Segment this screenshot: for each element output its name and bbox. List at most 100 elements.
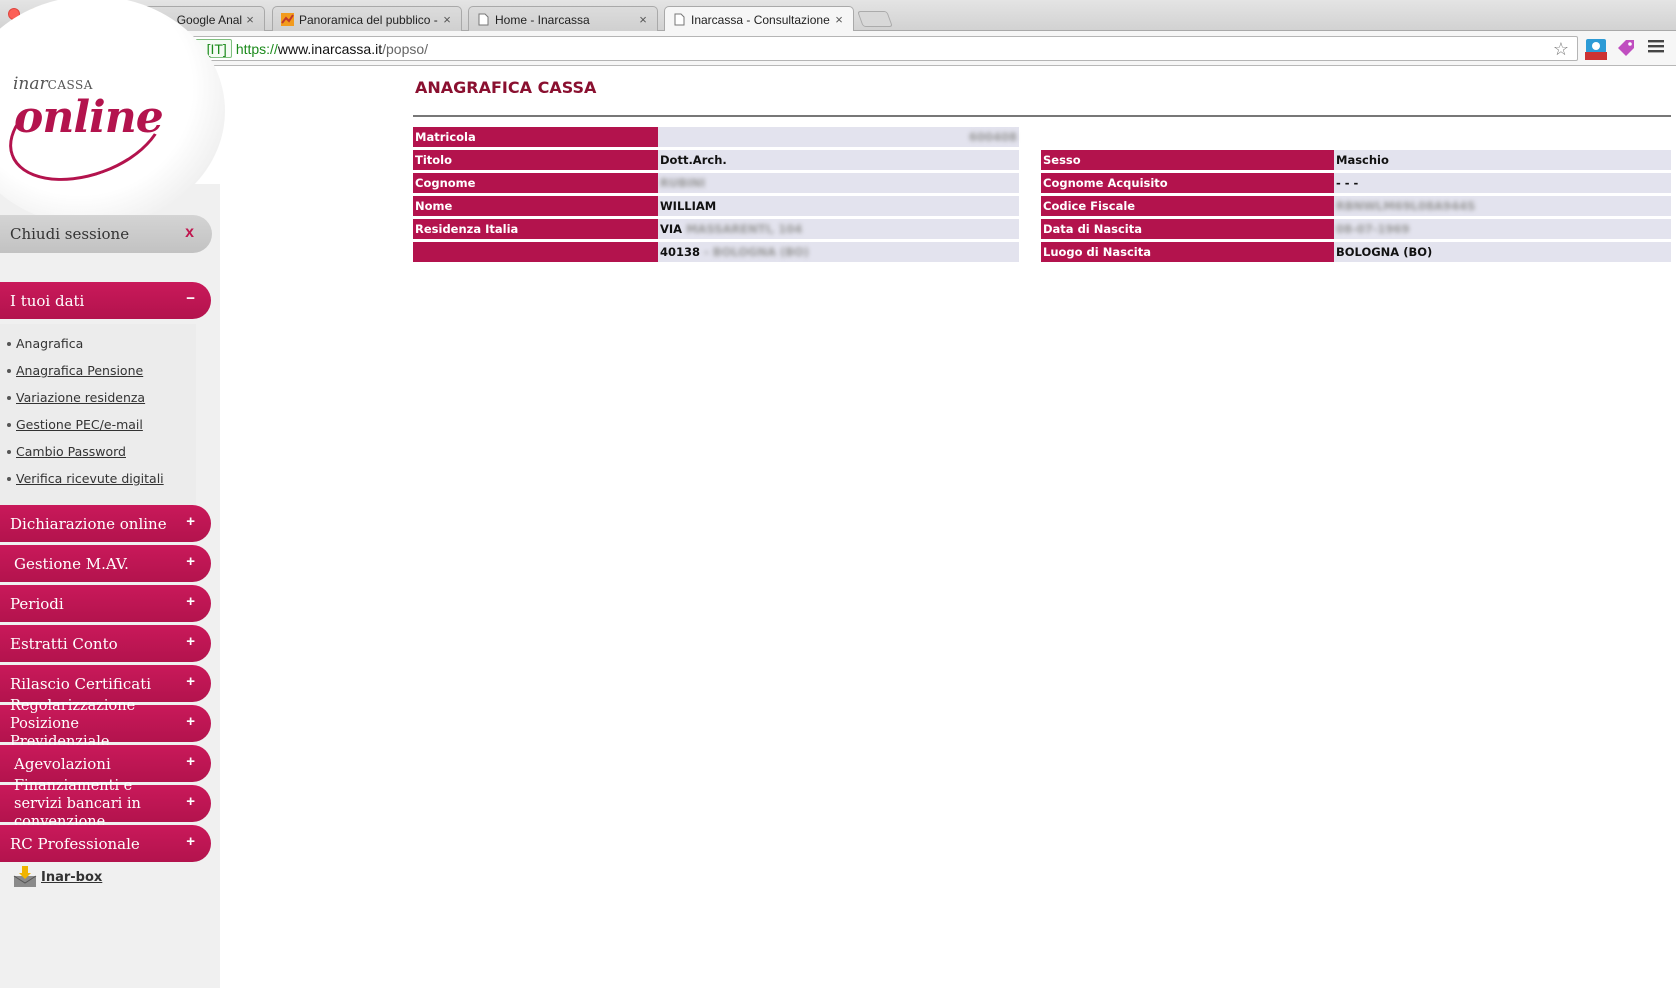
browser-menu-button[interactable] [1648,38,1670,60]
bullet-icon [7,476,11,481]
menu-section-finanziamenti[interactable]: Finanziamenti e servizi bancari in conve… [0,778,211,830]
birth-date-value: 08-07-1969 [1336,222,1410,236]
field-value: 600408 [658,127,1019,147]
close-tab-icon[interactable]: × [439,12,455,27]
expand-icon: + [186,753,195,770]
submenu-item-anagrafica-pensione[interactable]: Anagrafica Pensione [7,363,143,378]
logout-button[interactable]: Chiudi sessione x [0,215,212,253]
expand-icon: + [186,553,195,570]
url-path: /popso/ [382,40,429,57]
bookmark-star-icon[interactable]: ☆ [1553,39,1569,60]
menu-section-i-tuoi-dati[interactable]: I tuoi dati − [0,282,211,319]
url-host: www.inarcassa.it [277,40,383,57]
field-value: Maschio [1334,150,1671,170]
field-value: RBNWLM69L08A944S [1334,196,1671,216]
menu-section-label: Regolarizzazione Posizione Previdenziale [10,697,136,750]
field-label: Sesso [1041,150,1334,170]
close-session-icon: x [185,224,194,241]
submenu-item-label: Anagrafica [16,336,84,351]
submenu-item-label: Verifica ricevute digitali [16,471,164,486]
address-bar[interactable]: Inarcassa [IT] https:// www.inarcassa.it… [116,36,1578,61]
menu-section-dichiarazione-online[interactable]: Dichiarazione online + [0,505,211,542]
menu-section-estratti-conto[interactable]: Estratti Conto + [0,625,211,662]
extension-button[interactable] [1585,38,1607,60]
extension-tag-button[interactable] [1616,38,1638,60]
menu-section-gestione-mav[interactable]: Gestione M.AV. + [0,545,211,582]
tab-title: Home - Inarcassa [495,12,590,27]
browser-tab[interactable]: Panoramica del pubblico - × [272,6,462,32]
city-value: - BOLOGNA (BO) [704,245,810,259]
field-value: - - - [1334,173,1671,193]
inarbox-label: Inar-box [41,869,103,885]
bullet-icon [7,395,11,400]
browser-tab[interactable]: Home - Inarcassa × [468,6,658,32]
hamburger-menu-icon [1648,40,1664,53]
submenu-item-label: Variazione residenza [16,390,146,405]
table-row: Titolo Dott.Arch. [413,150,1019,170]
expand-icon: + [186,793,195,810]
table-row: Sesso Maschio [1041,150,1671,170]
tab-title: Panoramica del pubblico - [299,12,438,27]
browser-tab-bar: Panoramica - Google Analy × Panoramica d… [0,0,1676,32]
codice-fiscale-value: RBNWLM69L08A944S [1336,199,1476,213]
browser-tab-active[interactable]: Inarcassa - Consultazione d × [664,6,854,32]
expand-icon: + [186,633,195,650]
url-scheme: https:// [235,40,278,57]
logout-label: Chiudi sessione [10,225,130,243]
submenu-item-label: Gestione PEC/e-mail [16,417,143,432]
menu-section-rc-professionale[interactable]: RC Professionale + [0,825,211,862]
bullet-icon [7,368,11,373]
expand-icon: + [186,833,195,850]
inbox-download-icon [13,866,37,887]
field-label: Matricola [413,127,658,147]
field-value: RUBINI [658,173,1019,193]
table-row: Residenza Italia VIA MASSARENTI, 104 [413,219,1019,239]
sidebar: inarCASSA online Chiudi sessione x I tuo… [0,0,225,988]
submenu-item-variazione-residenza[interactable]: Variazione residenza [7,390,145,405]
menu-section-periodi[interactable]: Periodi + [0,585,211,622]
expand-icon: + [186,713,195,730]
field-value: VIA MASSARENTI, 104 [658,219,1019,239]
bullet-icon [7,449,11,454]
logo-online: online [14,92,164,143]
field-value: BOLOGNA (BO) [1334,242,1671,262]
table-row: Cognome Acquisito - - - [1041,173,1671,193]
analytics-icon [281,13,294,26]
close-tab-icon[interactable]: × [242,12,258,27]
close-tab-icon[interactable]: × [635,12,651,27]
submenu-item-label: Cambio Password [16,444,126,459]
field-label: Nome [413,196,658,216]
menu-section-label: Rilascio Certificati [10,674,152,693]
menu-section-regolarizzazione[interactable]: Regolarizzazione Posizione Previdenziale… [0,698,211,750]
submenu-item-anagrafica[interactable]: Anagrafica [7,336,83,351]
field-label: Cognome [413,173,658,193]
tab-title: Inarcassa - Consultazione d [691,12,831,27]
field-label: Titolo [413,150,658,170]
extension-error-icon [1585,39,1607,60]
submenu-item-cambio-password[interactable]: Cambio Password [7,444,126,459]
field-label: Codice Fiscale [1041,196,1334,216]
close-tab-icon[interactable]: × [831,12,847,27]
logo-inarcassa: inarCASSA [13,74,93,94]
submenu-item-gestione-pec[interactable]: Gestione PEC/e-mail [7,417,143,432]
inarbox-link[interactable]: Inar-box [12,866,102,888]
new-tab-button[interactable] [857,11,893,27]
submenu-i-tuoi-dati: Anagrafica Anagrafica Pensione Variazion… [0,324,196,508]
browser-toolbar: Inarcassa [IT] https:// www.inarcassa.it… [0,31,1676,66]
menu-section-label: RC Professionale [10,834,140,853]
address-prefix: VIA [660,222,683,236]
address-value: MASSARENTI, 104 [686,222,803,236]
field-value: 40138 - BOLOGNA (BO) [658,242,1019,262]
expand-icon: + [186,593,195,610]
submenu-item-verifica-ricevute[interactable]: Verifica ricevute digitali [7,471,164,486]
field-label: Data di Nascita [1041,219,1334,239]
field-value: WILLIAM [658,196,1019,216]
expand-icon: + [186,513,195,530]
menu-section-label: Agevolazioni [14,754,111,773]
logo-prefix: inar [13,74,48,94]
table-row: Luogo di Nascita BOLOGNA (BO) [1041,242,1671,262]
field-label: Residenza Italia [413,219,658,239]
page-icon [478,13,489,26]
field-value: 08-07-1969 [1334,219,1671,239]
table-row: Codice Fiscale RBNWLM69L08A944S [1041,196,1671,216]
